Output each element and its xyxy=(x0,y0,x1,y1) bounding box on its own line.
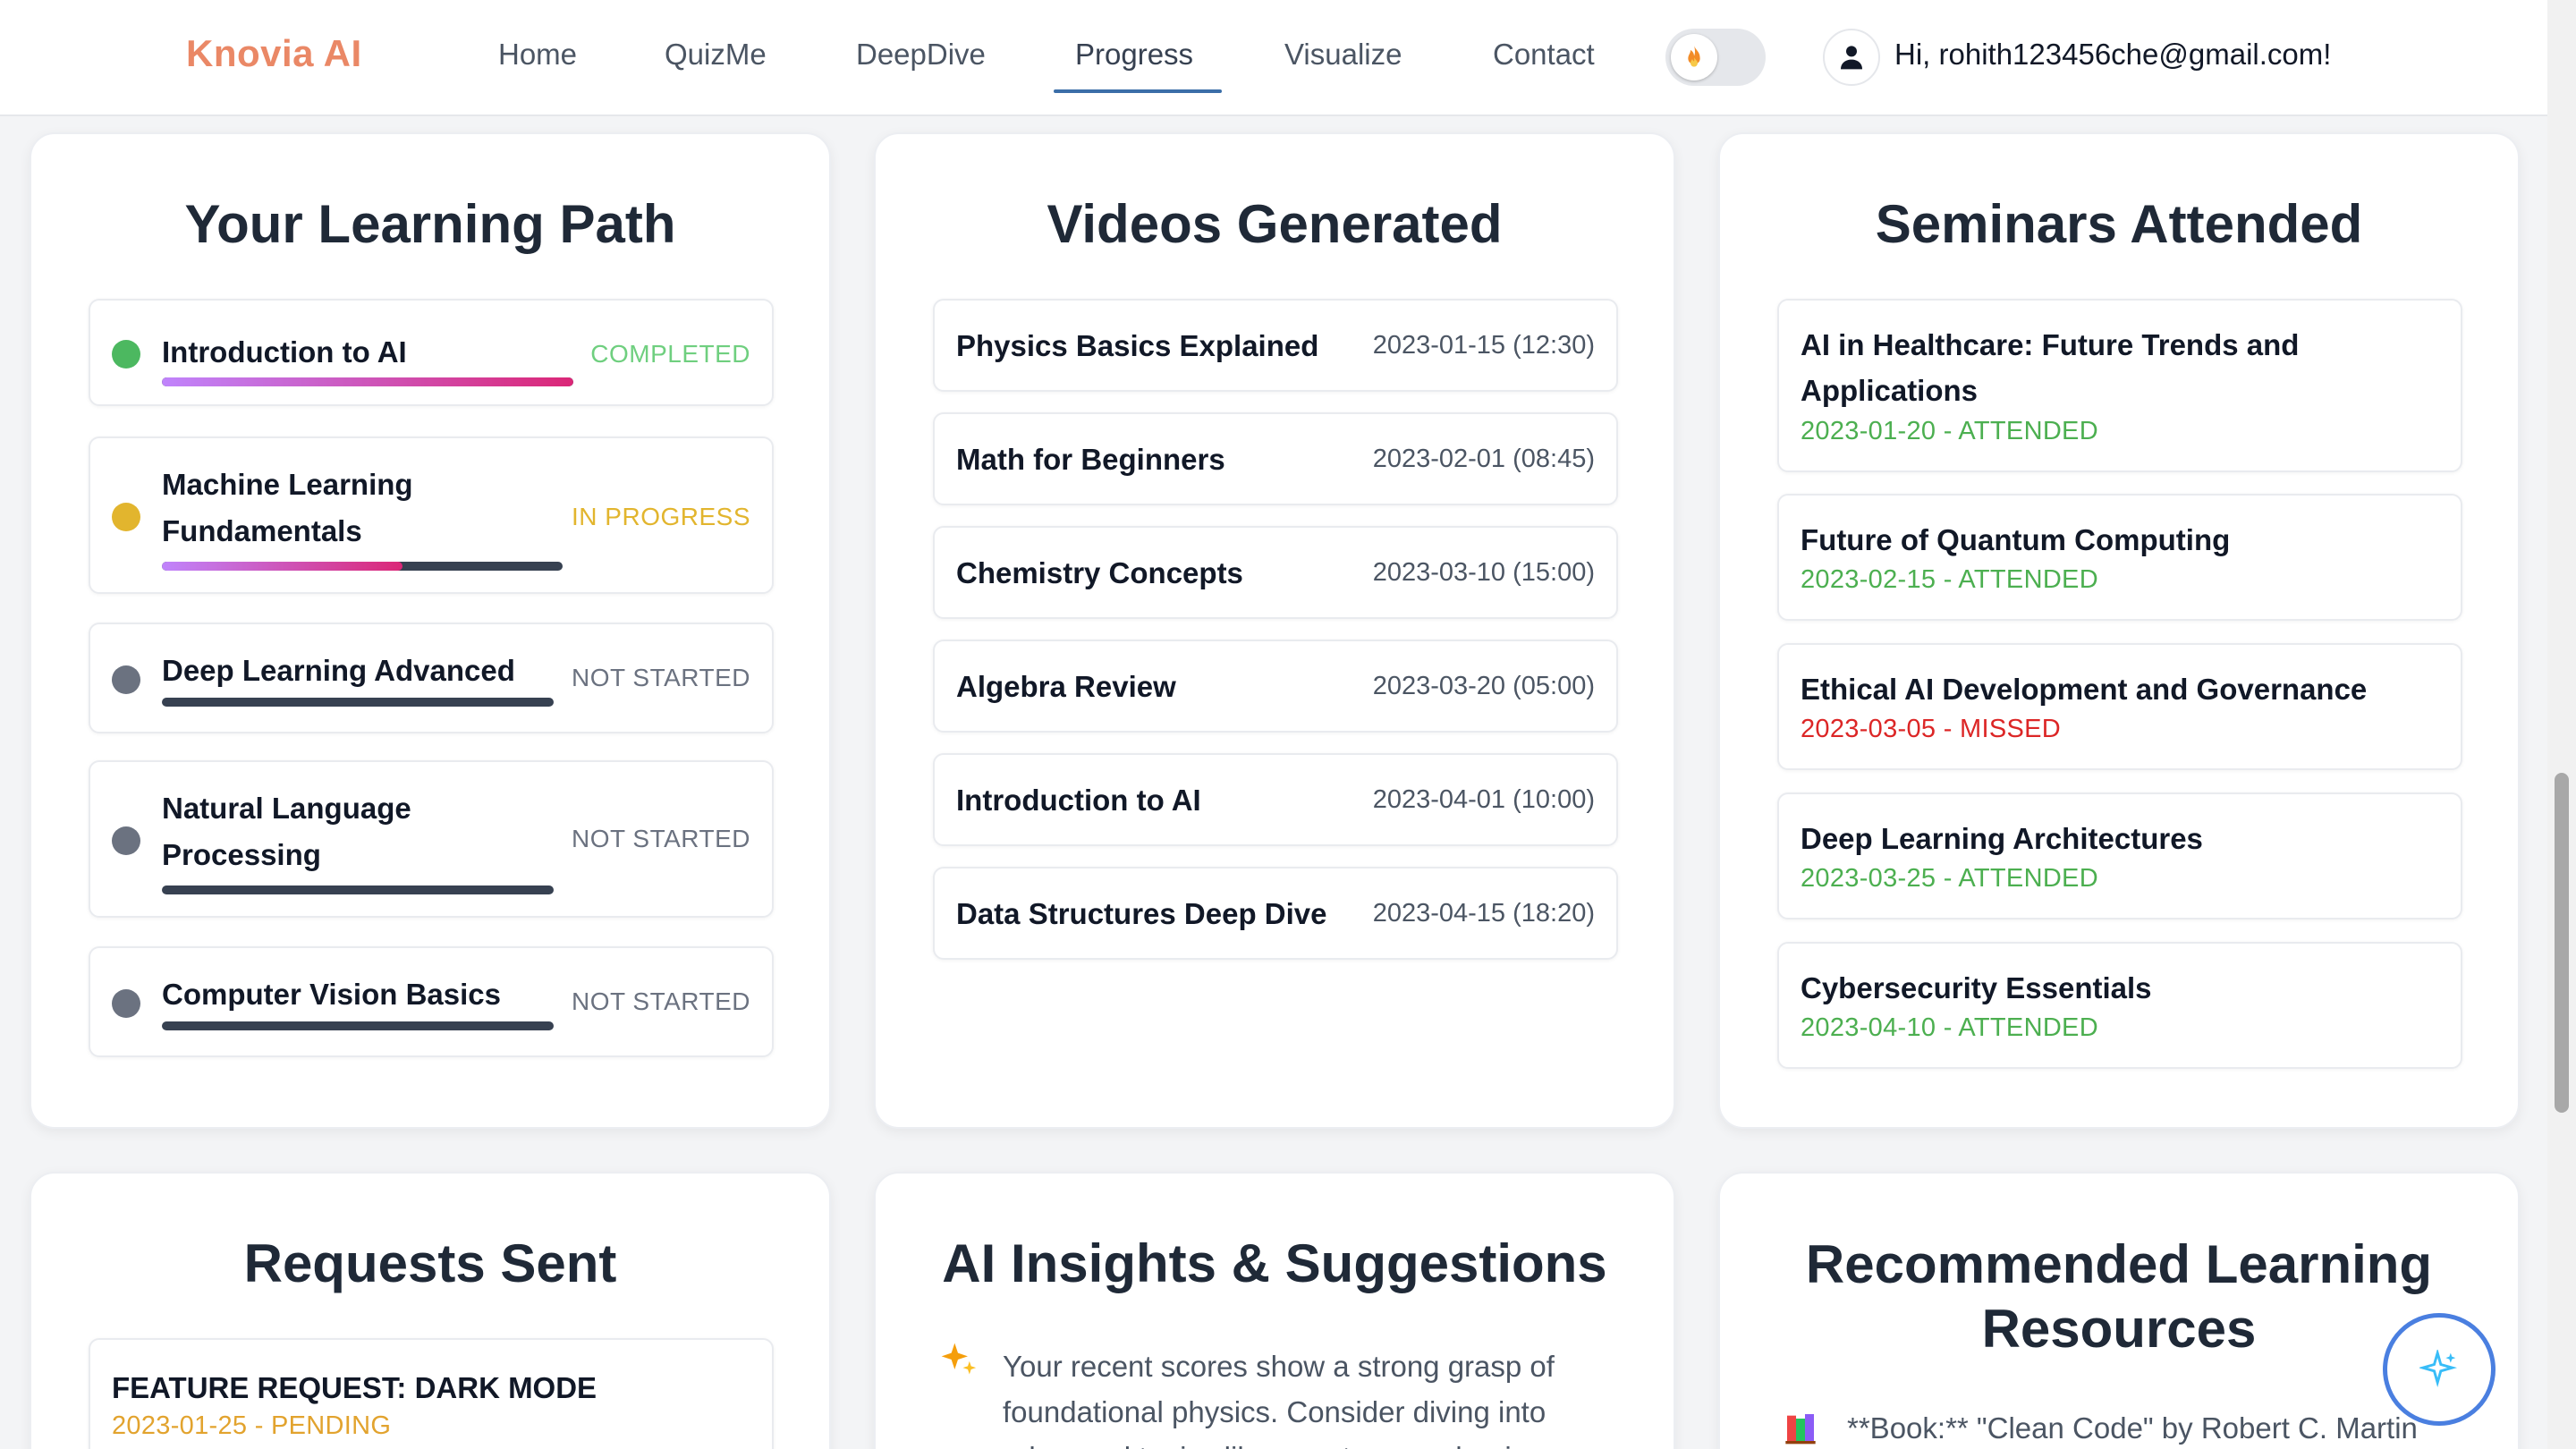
progress-bar xyxy=(162,698,554,707)
nav-progress[interactable]: Progress xyxy=(1075,38,1193,72)
learning-path-item-status: IN PROGRESS xyxy=(572,503,750,530)
theme-toggle[interactable] xyxy=(1665,29,1766,86)
requests-card: Requests Sent FEATURE REQUEST: DARK MODE… xyxy=(30,1172,831,1449)
videos-card: Videos Generated Physics Basics Explaine… xyxy=(874,132,1675,1129)
learning-path-item[interactable]: Machine Learning Fundamentals IN PROGRES… xyxy=(89,436,774,594)
video-item[interactable]: Math for Beginners 2023-02-01 (08:45) xyxy=(933,412,1618,505)
insights-title: AI Insights & Suggestions xyxy=(942,1233,1607,1293)
nav-deepdive[interactable]: DeepDive xyxy=(856,38,986,72)
video-title: Math for Beginners xyxy=(956,443,1225,476)
learning-path-item[interactable]: Computer Vision Basics NOT STARTED xyxy=(89,946,774,1057)
active-nav-indicator xyxy=(1054,89,1222,93)
sparkles-icon xyxy=(938,1340,978,1388)
books-icon xyxy=(1783,1410,1818,1445)
video-item[interactable]: Introduction to AI 2023-04-01 (10:00) xyxy=(933,753,1618,846)
learning-path-item[interactable]: Deep Learning Advanced NOT STARTED xyxy=(89,623,774,733)
seminar-status: 2023-01-20 - ATTENDED xyxy=(1801,417,2098,445)
seminar-status: 2023-03-25 - ATTENDED xyxy=(1801,864,2098,893)
seminar-item[interactable]: Future of Quantum Computing 2023-02-15 -… xyxy=(1777,494,2462,621)
seminar-status: 2023-03-05 - MISSED xyxy=(1801,715,2061,743)
seminar-title: Cybersecurity Essentials xyxy=(1801,971,2152,1004)
page-scrollbar[interactable] xyxy=(2547,0,2576,1449)
learning-path-item[interactable]: Introduction to AI COMPLETED xyxy=(89,299,774,406)
user-greeting: Hi, rohith123456che@gmail.com! xyxy=(1894,38,2332,71)
learning-path-item-title: Introduction to AI xyxy=(162,335,407,369)
video-date: 2023-02-01 (08:45) xyxy=(1372,445,1595,473)
ai-assistant-button[interactable] xyxy=(2383,1313,2496,1426)
status-dot-icon xyxy=(112,665,140,694)
nav-contact[interactable]: Contact xyxy=(1493,38,1595,72)
learning-path-item-status: NOT STARTED xyxy=(572,987,750,1015)
seminar-item[interactable]: Cybersecurity Essentials 2023-04-10 - AT… xyxy=(1777,942,2462,1069)
seminar-status: 2023-04-10 - ATTENDED xyxy=(1801,1013,2098,1042)
status-dot-icon xyxy=(112,340,140,369)
seminars-card: Seminars Attended AI in Healthcare: Futu… xyxy=(1718,132,2520,1129)
video-item[interactable]: Algebra Review 2023-03-20 (05:00) xyxy=(933,640,1618,733)
resource-item-text[interactable]: **Book:** "Clean Code" by Robert C. Mart… xyxy=(1847,1411,2473,1445)
request-item[interactable]: FEATURE REQUEST: DARK MODE 2023-01-25 - … xyxy=(89,1338,774,1449)
video-title: Physics Basics Explained xyxy=(956,329,1319,362)
nav-visualize[interactable]: Visualize xyxy=(1284,38,1402,72)
learning-path-item-status: NOT STARTED xyxy=(572,825,750,852)
videos-title: Videos Generated xyxy=(1046,194,1503,254)
seminar-item[interactable]: Deep Learning Architectures 2023-03-25 -… xyxy=(1777,792,2462,919)
learning-path-item[interactable]: Natural Language Processing NOT STARTED xyxy=(89,760,774,918)
insight-text: Your recent scores show a strong grasp o… xyxy=(1003,1350,1555,1449)
video-date: 2023-01-15 (12:30) xyxy=(1372,331,1595,360)
video-title: Chemistry Concepts xyxy=(956,556,1243,589)
learning-path-item-title: Machine Learning Fundamentals xyxy=(162,468,413,547)
progress-bar xyxy=(162,1021,554,1030)
request-title: FEATURE REQUEST: DARK MODE xyxy=(112,1371,597,1404)
learning-path-title: Your Learning Path xyxy=(184,194,676,254)
learning-path-item-title: Deep Learning Advanced xyxy=(162,654,515,687)
learning-path-item-title: Natural Language Processing xyxy=(162,792,411,871)
learning-path-card: Your Learning Path Introduction to AI CO… xyxy=(30,132,831,1129)
seminar-title: AI in Healthcare: Future Trends and Appl… xyxy=(1801,328,2300,407)
video-date: 2023-03-10 (15:00) xyxy=(1372,558,1595,587)
sparkle-icon xyxy=(2419,1350,2458,1388)
progress-bar xyxy=(162,886,554,894)
page-scrollbar-thumb[interactable] xyxy=(2555,773,2569,1113)
video-title: Introduction to AI xyxy=(956,784,1201,817)
fire-icon xyxy=(1671,34,1717,80)
user-avatar[interactable] xyxy=(1823,29,1880,86)
status-dot-icon xyxy=(112,826,140,855)
video-date: 2023-04-15 (18:20) xyxy=(1372,899,1595,928)
video-item[interactable]: Chemistry Concepts 2023-03-10 (15:00) xyxy=(933,526,1618,619)
progress-bar xyxy=(162,562,563,571)
seminar-item[interactable]: AI in Healthcare: Future Trends and Appl… xyxy=(1777,299,2462,472)
insights-card: AI Insights & Suggestions Your recent sc… xyxy=(874,1172,1675,1449)
video-item[interactable]: Physics Basics Explained 2023-01-15 (12:… xyxy=(933,299,1618,392)
status-dot-icon xyxy=(112,989,140,1018)
brand-logo[interactable]: Knovia AI xyxy=(186,32,362,75)
video-date: 2023-04-01 (10:00) xyxy=(1372,785,1595,814)
progress-bar xyxy=(162,377,573,386)
video-item[interactable]: Data Structures Deep Dive 2023-04-15 (18… xyxy=(933,867,1618,960)
seminar-item[interactable]: Ethical AI Development and Governance 20… xyxy=(1777,643,2462,770)
learning-path-item-status: COMPLETED xyxy=(590,340,750,368)
video-title: Algebra Review xyxy=(956,670,1176,703)
seminars-title: Seminars Attended xyxy=(1875,194,2363,254)
video-date: 2023-03-20 (05:00) xyxy=(1372,672,1595,700)
learning-path-item-status: NOT STARTED xyxy=(572,664,750,691)
request-status: 2023-01-25 - PENDING xyxy=(112,1411,392,1440)
nav-quizme[interactable]: QuizMe xyxy=(665,38,767,72)
user-icon xyxy=(1841,46,1862,70)
seminar-title: Future of Quantum Computing xyxy=(1801,523,2231,556)
seminar-title: Ethical AI Development and Governance xyxy=(1801,673,2368,706)
seminar-title: Deep Learning Architectures xyxy=(1801,822,2203,855)
seminar-status: 2023-02-15 - ATTENDED xyxy=(1801,565,2098,594)
learning-path-item-title: Computer Vision Basics xyxy=(162,978,502,1011)
nav-home[interactable]: Home xyxy=(498,38,577,72)
requests-title: Requests Sent xyxy=(243,1233,617,1293)
top-navbar: Knovia AI Home QuizMe DeepDive Progress … xyxy=(0,0,2547,116)
status-dot-icon xyxy=(112,503,140,531)
video-title: Data Structures Deep Dive xyxy=(956,897,1327,930)
